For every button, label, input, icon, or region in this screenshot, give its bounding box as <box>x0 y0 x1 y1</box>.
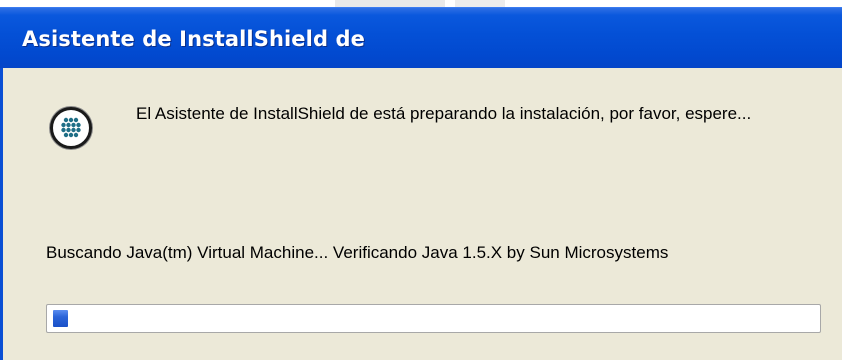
background-fragment <box>335 0 445 7</box>
installshield-window: Asistente de InstallShield de El Asisten… <box>0 0 842 360</box>
installshield-logo-icon <box>50 107 92 149</box>
preparing-message: El Asistente de InstallShield de está pr… <box>136 104 752 123</box>
background-fragment <box>455 0 505 7</box>
progress-bar <box>46 304 821 333</box>
installshield-logo-graphic <box>61 117 81 138</box>
status-text: Buscando Java(tm) Virtual Machine... Ver… <box>46 243 669 262</box>
progress-fill <box>53 310 69 327</box>
title-bar[interactable]: Asistente de InstallShield de <box>0 7 842 68</box>
dialog-body: El Asistente de InstallShield de está pr… <box>0 68 842 360</box>
window-title: Asistente de InstallShield de <box>22 27 365 51</box>
